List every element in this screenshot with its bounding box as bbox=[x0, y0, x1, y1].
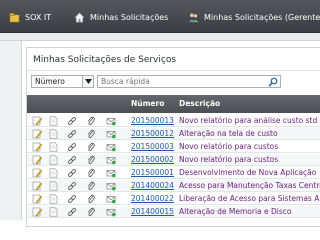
folder-icon bbox=[9, 12, 20, 22]
edit-icon[interactable] bbox=[32, 207, 42, 217]
request-description[interactable]: Desenvolvimento de Nova Aplicação bbox=[179, 168, 316, 177]
document-icon[interactable] bbox=[48, 207, 58, 217]
nav-item-sox-it[interactable]: SOX IT bbox=[9, 10, 51, 24]
request-description[interactable]: Novo relatório para custos bbox=[179, 142, 278, 151]
edit-icon[interactable] bbox=[32, 194, 42, 204]
link-icon[interactable] bbox=[67, 207, 77, 217]
link-icon[interactable] bbox=[67, 194, 77, 204]
column-header-number[interactable]: Número bbox=[131, 99, 164, 108]
request-description[interactable]: Acesso para Manutenção Taxas Centro bbox=[179, 181, 320, 190]
email-icon[interactable] bbox=[106, 155, 116, 165]
edit-icon[interactable] bbox=[32, 155, 42, 165]
request-number-link[interactable]: 201500013 bbox=[131, 116, 174, 125]
document-icon[interactable] bbox=[48, 194, 58, 204]
request-number-link[interactable]: 201500012 bbox=[131, 129, 174, 138]
email-icon[interactable] bbox=[106, 142, 116, 152]
link-icon[interactable] bbox=[67, 155, 77, 165]
document-icon[interactable] bbox=[48, 168, 58, 178]
table-row[interactable]: 201400024 Acesso para Manutenção Taxas Ce… bbox=[27, 180, 320, 192]
sub-toolbar bbox=[0, 33, 320, 41]
request-number-link[interactable]: 201500003 bbox=[131, 142, 174, 151]
home-icon bbox=[74, 12, 85, 22]
nav-item-label: Minhas Solicitações (Gerente) bbox=[204, 12, 320, 22]
document-icon[interactable] bbox=[48, 116, 58, 126]
email-icon[interactable] bbox=[106, 129, 116, 139]
attachment-icon[interactable] bbox=[86, 194, 96, 204]
users-icon bbox=[188, 12, 199, 22]
table-row[interactable]: 201500012 Alteração na tela de custo bbox=[27, 128, 320, 140]
attachment-icon[interactable] bbox=[86, 168, 96, 178]
nav-item-minhas-solicitacoes-gerente[interactable]: Minhas Solicitações (Gerente) bbox=[188, 10, 320, 24]
top-nav-bar: SOX IT Minhas Solicitações Minhas Solici… bbox=[0, 0, 320, 33]
edit-icon[interactable] bbox=[32, 116, 42, 126]
attachment-icon[interactable] bbox=[86, 207, 96, 217]
dropdown-arrow[interactable] bbox=[83, 75, 94, 88]
request-number-link[interactable]: 201400015 bbox=[131, 207, 174, 216]
divider bbox=[27, 70, 320, 71]
table-row[interactable]: 201400015 Alteração de Memoria e Disco bbox=[27, 206, 320, 218]
table-row[interactable]: 201500013 Novo relatório para análise cus… bbox=[27, 115, 320, 127]
request-description[interactable]: Novo relatório para custos bbox=[179, 155, 278, 164]
requests-panel: Minhas Solicitações de Serviços Número N… bbox=[26, 47, 320, 227]
edit-icon[interactable] bbox=[32, 142, 42, 152]
search-field-select[interactable]: Número bbox=[31, 75, 83, 88]
table-row[interactable]: 201500001 Desenvolvimento de Nova Aplicaç… bbox=[27, 167, 320, 179]
attachment-icon[interactable] bbox=[86, 181, 96, 191]
request-description[interactable]: Liberação de Acesso para Sistemas A bbox=[179, 194, 319, 203]
request-number-link[interactable]: 201500001 bbox=[131, 168, 174, 177]
attachment-icon[interactable] bbox=[86, 116, 96, 126]
document-icon[interactable] bbox=[48, 142, 58, 152]
request-number-link[interactable]: 201400022 bbox=[131, 194, 174, 203]
document-icon[interactable] bbox=[48, 129, 58, 139]
request-description[interactable]: Alteração de Memoria e Disco bbox=[179, 207, 292, 216]
link-icon[interactable] bbox=[67, 181, 77, 191]
link-icon[interactable] bbox=[67, 116, 77, 126]
edit-icon[interactable] bbox=[32, 181, 42, 191]
nav-item-minhas-solicitacoes[interactable]: Minhas Solicitações bbox=[74, 10, 168, 24]
document-icon[interactable] bbox=[48, 155, 58, 165]
table-header: Número Descrição bbox=[27, 95, 320, 113]
edit-icon[interactable] bbox=[32, 129, 42, 139]
request-number-link[interactable]: 201500002 bbox=[131, 155, 174, 164]
table-row[interactable]: 201400022 Liberação de Acesso para Sistem… bbox=[27, 193, 320, 205]
request-number-link[interactable]: 201400024 bbox=[131, 181, 174, 190]
column-header-description[interactable]: Descrição bbox=[179, 99, 220, 108]
left-sidebar-strip bbox=[0, 41, 22, 220]
edit-icon[interactable] bbox=[32, 168, 42, 178]
email-icon[interactable] bbox=[106, 181, 116, 191]
nav-item-label: SOX IT bbox=[25, 12, 52, 22]
email-icon[interactable] bbox=[106, 168, 116, 178]
document-icon[interactable] bbox=[48, 181, 58, 191]
link-icon[interactable] bbox=[67, 142, 77, 152]
link-icon[interactable] bbox=[67, 168, 77, 178]
email-icon[interactable] bbox=[106, 194, 116, 204]
page-title: Minhas Solicitações de Serviços bbox=[33, 55, 177, 65]
search-icon bbox=[268, 77, 278, 87]
quick-search-input[interactable] bbox=[97, 75, 281, 88]
nav-item-label: Minhas Solicitações bbox=[90, 12, 169, 22]
attachment-icon[interactable] bbox=[86, 155, 96, 165]
request-description[interactable]: Alteração na tela de custo bbox=[179, 129, 278, 138]
table-row[interactable]: 201500002 Novo relatório para custos bbox=[27, 154, 320, 166]
chevron-down-icon bbox=[84, 79, 92, 84]
link-icon[interactable] bbox=[67, 129, 77, 139]
attachment-icon[interactable] bbox=[86, 142, 96, 152]
attachment-icon[interactable] bbox=[86, 129, 96, 139]
table-row[interactable]: 201500003 Novo relatório para custos bbox=[27, 141, 320, 153]
email-icon[interactable] bbox=[106, 116, 116, 126]
search-button[interactable] bbox=[266, 76, 280, 87]
email-icon[interactable] bbox=[106, 207, 116, 217]
request-description[interactable]: Novo relatório para análise custo std bbox=[179, 116, 317, 125]
